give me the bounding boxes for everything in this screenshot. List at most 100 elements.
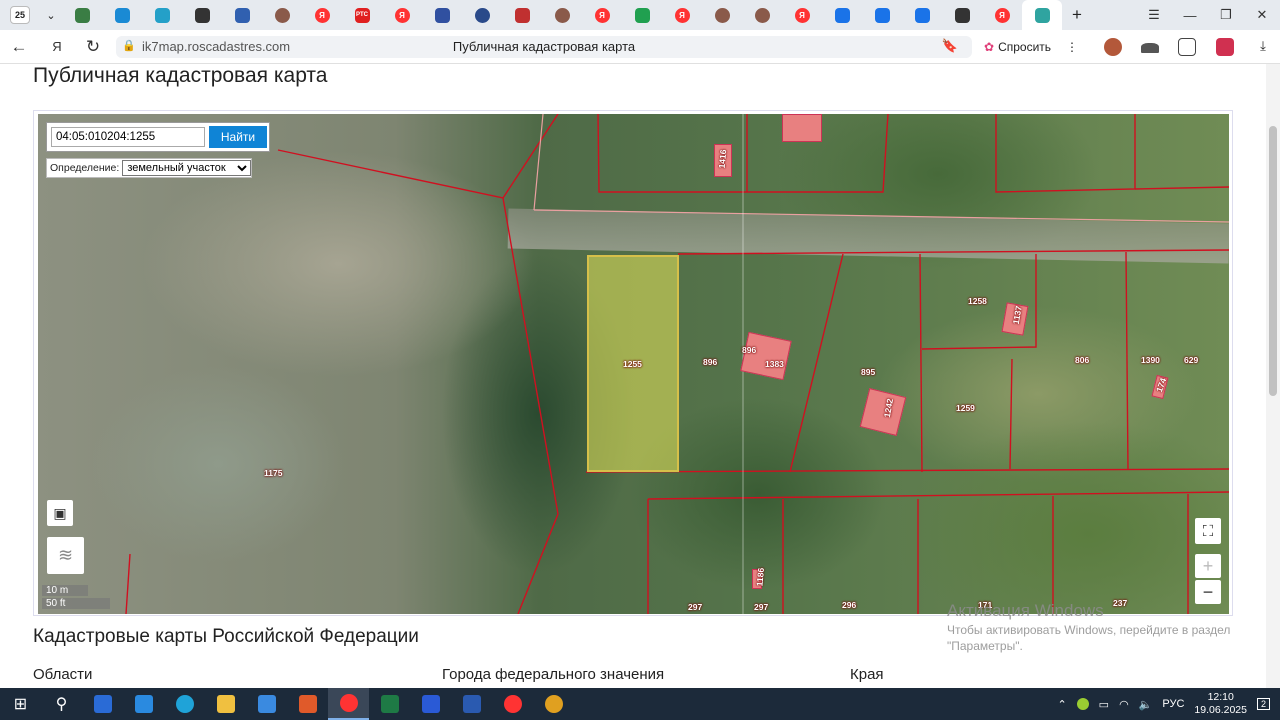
browser-tab[interactable]: Я	[782, 0, 822, 30]
browser-tab[interactable]	[942, 0, 982, 30]
store-icon	[134, 695, 153, 713]
scale-metric: 10 m	[42, 585, 88, 596]
yandex-icon: Я	[594, 7, 610, 23]
parcel-label: 297	[688, 602, 703, 612]
notifications-icon[interactable]: 2	[1256, 698, 1270, 710]
browser-tab[interactable]	[1022, 0, 1062, 30]
taskbar-app[interactable]	[82, 688, 123, 720]
more-icon[interactable]: ⋮	[1066, 40, 1084, 54]
taskbar-app[interactable]	[287, 688, 328, 720]
browser-tab[interactable]	[702, 0, 742, 30]
back-button[interactable]: ←	[4, 32, 34, 62]
downloads-icon[interactable]: ⤓	[1254, 38, 1272, 56]
new-tab-button[interactable]: +	[1062, 0, 1092, 30]
mail-icon	[874, 7, 890, 23]
browser-tab[interactable]	[182, 0, 222, 30]
browser-tab[interactable]: Я	[662, 0, 702, 30]
taskbar-app[interactable]	[205, 688, 246, 720]
clock[interactable]: 12:10 19.06.2025	[1194, 691, 1247, 717]
definition-select[interactable]: земельный участок	[122, 160, 251, 176]
browser-tab[interactable]	[902, 0, 942, 30]
scrollbar-thumb[interactable]	[1269, 126, 1277, 396]
tab-strip: 25 ⌄ Я РТС Я Я Я Я Я + ☰ — ❐ ✕	[0, 0, 1280, 30]
mail-icon	[914, 7, 930, 23]
browser-tab[interactable]: Я	[302, 0, 342, 30]
pen-icon	[954, 7, 970, 23]
minimize-button[interactable]: —	[1172, 0, 1208, 30]
ask-button[interactable]: ✿ Спросить ⋮	[978, 35, 1084, 59]
column-heading-regions[interactable]: Области	[33, 666, 92, 683]
extension-puzzle-icon[interactable]	[1178, 38, 1196, 56]
word-icon	[462, 695, 481, 713]
browser-tab[interactable]	[102, 0, 142, 30]
taskbar-app[interactable]	[369, 688, 410, 720]
yandex-button[interactable]: Я	[42, 32, 72, 62]
volume-icon[interactable]: 🔈	[1139, 698, 1153, 711]
browser-tab[interactable]	[742, 0, 782, 30]
browser-tab[interactable]	[422, 0, 462, 30]
layers-button[interactable]: ≋	[47, 537, 84, 574]
status-icon[interactable]	[1076, 698, 1089, 710]
language-indicator[interactable]: РУС	[1162, 698, 1184, 710]
taskbar-app[interactable]	[123, 688, 164, 720]
edge-icon	[154, 7, 170, 23]
scale-imperial: 50 ft	[42, 598, 110, 609]
start-button[interactable]: ⊞	[0, 688, 41, 720]
parcel-label: 1186	[754, 567, 767, 587]
battery-icon[interactable]: ▭	[1099, 698, 1109, 711]
tab-count[interactable]: 25	[0, 0, 40, 30]
browser-tab[interactable]	[142, 0, 182, 30]
browser-tab[interactable]	[462, 0, 502, 30]
yandex-browser-icon	[339, 694, 358, 712]
wifi-icon[interactable]: ◠	[1119, 698, 1129, 711]
browser-tab[interactable]	[62, 0, 102, 30]
url-field[interactable]: 🔒 ik7map.roscadastres.com Публичная када…	[116, 36, 972, 58]
browser-tab[interactable]	[862, 0, 902, 30]
restore-button[interactable]: ❐	[1208, 0, 1244, 30]
taskbar-app[interactable]	[533, 688, 574, 720]
taskbar-app[interactable]	[451, 688, 492, 720]
close-window-button[interactable]: ✕	[1244, 0, 1280, 30]
page-content: Публичная кадастровая карта 1255 896 896…	[0, 64, 1266, 688]
parcel-label: 896	[742, 345, 757, 355]
browser-tab[interactable]	[502, 0, 542, 30]
browser-tab[interactable]	[262, 0, 302, 30]
browser-tab[interactable]	[622, 0, 662, 30]
chevron-up-icon[interactable]: ⌃	[1057, 698, 1066, 711]
extension-badge-icon[interactable]	[1216, 38, 1234, 56]
menu-icon[interactable]: ☰	[1136, 0, 1172, 30]
taskbar-app[interactable]	[410, 688, 451, 720]
taskbar-app[interactable]	[164, 688, 205, 720]
taskbar-app[interactable]	[492, 688, 533, 720]
parcel-label: 1383	[765, 359, 784, 369]
bookmark-icon[interactable]: 🔖	[942, 38, 958, 54]
browser-tab[interactable]: РТС	[342, 0, 382, 30]
browser-tab[interactable]	[822, 0, 862, 30]
zoom-in-button[interactable]: +	[1195, 554, 1221, 578]
extension-avatar-icon[interactable]	[1104, 38, 1122, 56]
find-button[interactable]: Найти	[209, 126, 267, 148]
browser-tab[interactable]	[542, 0, 582, 30]
browser-tab[interactable]	[222, 0, 262, 30]
cadastral-number-input[interactable]	[51, 127, 205, 147]
browser-tab[interactable]: Я	[982, 0, 1022, 30]
browser-tab[interactable]: Я	[582, 0, 622, 30]
column-heading-krais[interactable]: Края	[850, 666, 884, 683]
cadastral-map[interactable]: 1255 896 896 1383 895 1242 1258 1137 125…	[38, 114, 1229, 614]
taskbar-app[interactable]	[246, 688, 287, 720]
rts-icon: РТС	[354, 7, 370, 23]
extension-hat-icon[interactable]	[1141, 43, 1159, 53]
basemap-toggle-button[interactable]: ▣	[47, 500, 73, 526]
avatar-icon	[714, 7, 730, 23]
fullscreen-button[interactable]: ⛶	[1195, 518, 1221, 544]
taskbar-app[interactable]	[328, 688, 369, 720]
parcel-label: 1259	[956, 403, 975, 413]
browser-tab[interactable]: Я	[382, 0, 422, 30]
page-scrollbar[interactable]	[1266, 64, 1280, 688]
column-heading-cities[interactable]: Города федерального значения	[442, 666, 664, 683]
reload-button[interactable]: ↻	[78, 32, 108, 62]
search-icon[interactable]: ⚲	[41, 688, 82, 720]
parcel-label: 1175	[264, 468, 283, 478]
parcel-label: 629	[1184, 355, 1199, 365]
tab-list-button[interactable]: ⌄	[40, 0, 62, 30]
